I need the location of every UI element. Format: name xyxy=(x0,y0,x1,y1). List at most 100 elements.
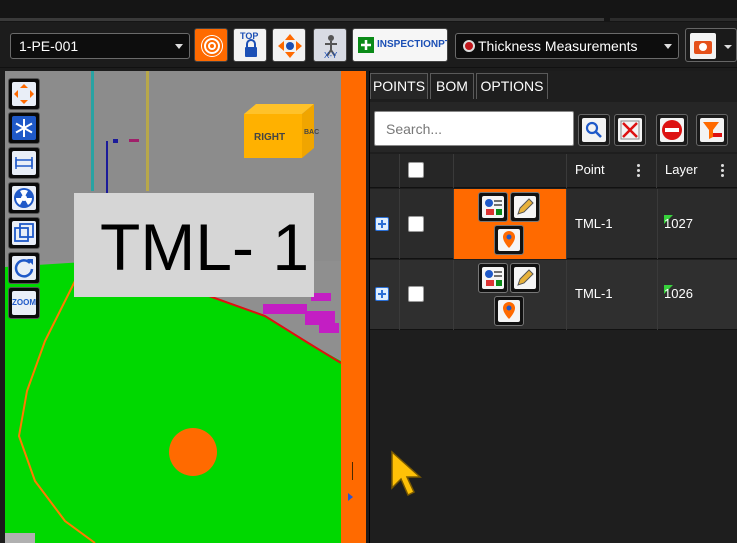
radiation-button[interactable] xyxy=(8,182,40,214)
row-select-cell xyxy=(400,189,454,259)
add-icon xyxy=(358,37,374,53)
fit-view-button[interactable] xyxy=(8,78,40,110)
table-row[interactable]: TML-1 1026 xyxy=(370,260,737,330)
top-lock-button[interactable]: TOP xyxy=(233,28,267,62)
row-divider xyxy=(657,189,658,259)
header-select-cell xyxy=(400,154,454,188)
row-divider xyxy=(566,260,567,330)
layer-value: 1026 xyxy=(664,286,693,301)
expand-icon[interactable] xyxy=(375,287,389,301)
data-entry-icon xyxy=(482,196,504,218)
edit-button[interactable] xyxy=(510,263,540,293)
search-icon xyxy=(582,118,606,142)
pencil-icon xyxy=(514,196,536,218)
measurement-type-value: Thickness Measurements xyxy=(478,38,638,54)
view-cube[interactable]: RIGHT BAC xyxy=(242,104,319,160)
point-name: TML-1 xyxy=(575,216,613,231)
move-button[interactable] xyxy=(272,28,306,62)
column-menu-icon[interactable] xyxy=(721,164,725,179)
splitter-grip[interactable] xyxy=(352,462,353,480)
column-menu-icon[interactable] xyxy=(637,164,641,179)
record-icon xyxy=(463,40,475,52)
xy-coordinate-button[interactable]: X-Y xyxy=(313,28,347,62)
column-layer-label: Layer xyxy=(665,162,698,177)
zoom-label: ZOOM xyxy=(12,298,36,307)
expand-icon[interactable] xyxy=(375,217,389,231)
search-button[interactable] xyxy=(578,114,610,146)
inspection-point-button[interactable]: INSPECTIONPT xyxy=(352,28,448,62)
locate-button[interactable] xyxy=(494,225,524,255)
tab-options[interactable]: OPTIONS xyxy=(476,73,548,99)
data-entry-icon xyxy=(482,267,504,289)
3d-viewport[interactable]: TML- 1 RIGHT BAC xyxy=(5,71,341,543)
tab-bom[interactable]: BOM xyxy=(430,73,474,99)
splitter-bar[interactable] xyxy=(341,71,366,543)
main-toolbar: 1-PE-001 TOP X-Y INSPECTIONPT Thickness … xyxy=(0,22,737,68)
minus-icon xyxy=(660,118,684,142)
row-divider xyxy=(566,189,567,259)
top-lock-label: TOP xyxy=(240,31,259,41)
clear-search-button[interactable] xyxy=(614,114,646,146)
point-name: TML-1 xyxy=(575,286,613,301)
collapse-arrow-icon[interactable] xyxy=(348,493,353,501)
target-icon xyxy=(201,35,223,57)
search-toolbar xyxy=(370,102,737,152)
filter-icon xyxy=(700,118,724,142)
header-layer-cell[interactable]: Layer xyxy=(657,154,737,188)
asset-select[interactable]: 1-PE-001 xyxy=(10,33,190,59)
pencil-icon xyxy=(514,267,536,289)
clear-filter-button[interactable] xyxy=(696,114,728,146)
freeze-button[interactable] xyxy=(8,112,40,144)
locate-button[interactable] xyxy=(494,296,524,326)
row-expand-cell xyxy=(370,260,400,330)
mouse-cursor-icon xyxy=(391,450,422,497)
camera-menu-button[interactable] xyxy=(685,28,737,62)
table-row[interactable]: TML-1 1027 xyxy=(370,189,737,259)
layers-button[interactable] xyxy=(8,217,40,249)
map-pin-icon xyxy=(498,229,520,251)
layers-icon xyxy=(12,221,36,245)
chevron-down-icon xyxy=(664,44,672,49)
view-cube-side-label: BAC xyxy=(304,129,320,136)
target-view-button[interactable] xyxy=(194,28,228,62)
row-divider xyxy=(657,260,658,330)
inspection-point-label: INSPECTIONPT xyxy=(377,39,448,50)
measurement-type-select[interactable]: Thickness Measurements xyxy=(455,33,679,59)
tab-points[interactable]: POINTS xyxy=(370,73,428,99)
tab-options-label: OPTIONS xyxy=(480,78,544,94)
section-icon xyxy=(12,151,36,175)
data-entry-button[interactable] xyxy=(478,192,508,222)
table-header: Point Layer xyxy=(370,154,737,188)
rotate-icon xyxy=(12,256,36,280)
row-select-cell xyxy=(400,260,454,330)
section-button[interactable] xyxy=(8,147,40,179)
row-expand-cell xyxy=(370,189,400,259)
data-entry-button[interactable] xyxy=(478,263,508,293)
header-point-cell[interactable]: Point xyxy=(567,154,657,188)
row-actions-cell xyxy=(454,189,566,259)
view-cube-front-label: RIGHT xyxy=(254,132,286,143)
row-actions-cell xyxy=(454,260,566,330)
asset-select-value: 1-PE-001 xyxy=(19,38,79,54)
select-all-checkbox[interactable] xyxy=(408,162,424,178)
remove-button[interactable] xyxy=(656,114,688,146)
fit-view-icon xyxy=(12,82,36,106)
row-checkbox[interactable] xyxy=(408,216,424,232)
edit-button[interactable] xyxy=(510,192,540,222)
header-expand-cell xyxy=(370,154,400,188)
map-pin-icon xyxy=(498,300,520,322)
layer-value: 1027 xyxy=(664,216,693,231)
row-checkbox[interactable] xyxy=(408,286,424,302)
title-strip xyxy=(0,0,737,22)
zoom-icon: ZOOM xyxy=(12,291,36,315)
camera-icon xyxy=(690,33,732,59)
xy-label: X-Y xyxy=(324,51,338,60)
search-input[interactable] xyxy=(374,111,574,146)
tab-points-label: POINTS xyxy=(372,78,426,94)
move-arrows-icon xyxy=(278,34,302,58)
zoom-button[interactable]: ZOOM xyxy=(8,287,40,319)
panel-tabs: POINTS BOM OPTIONS xyxy=(370,71,737,99)
radiation-icon xyxy=(12,186,36,210)
rotate-button[interactable] xyxy=(8,252,40,284)
close-icon xyxy=(618,118,642,142)
